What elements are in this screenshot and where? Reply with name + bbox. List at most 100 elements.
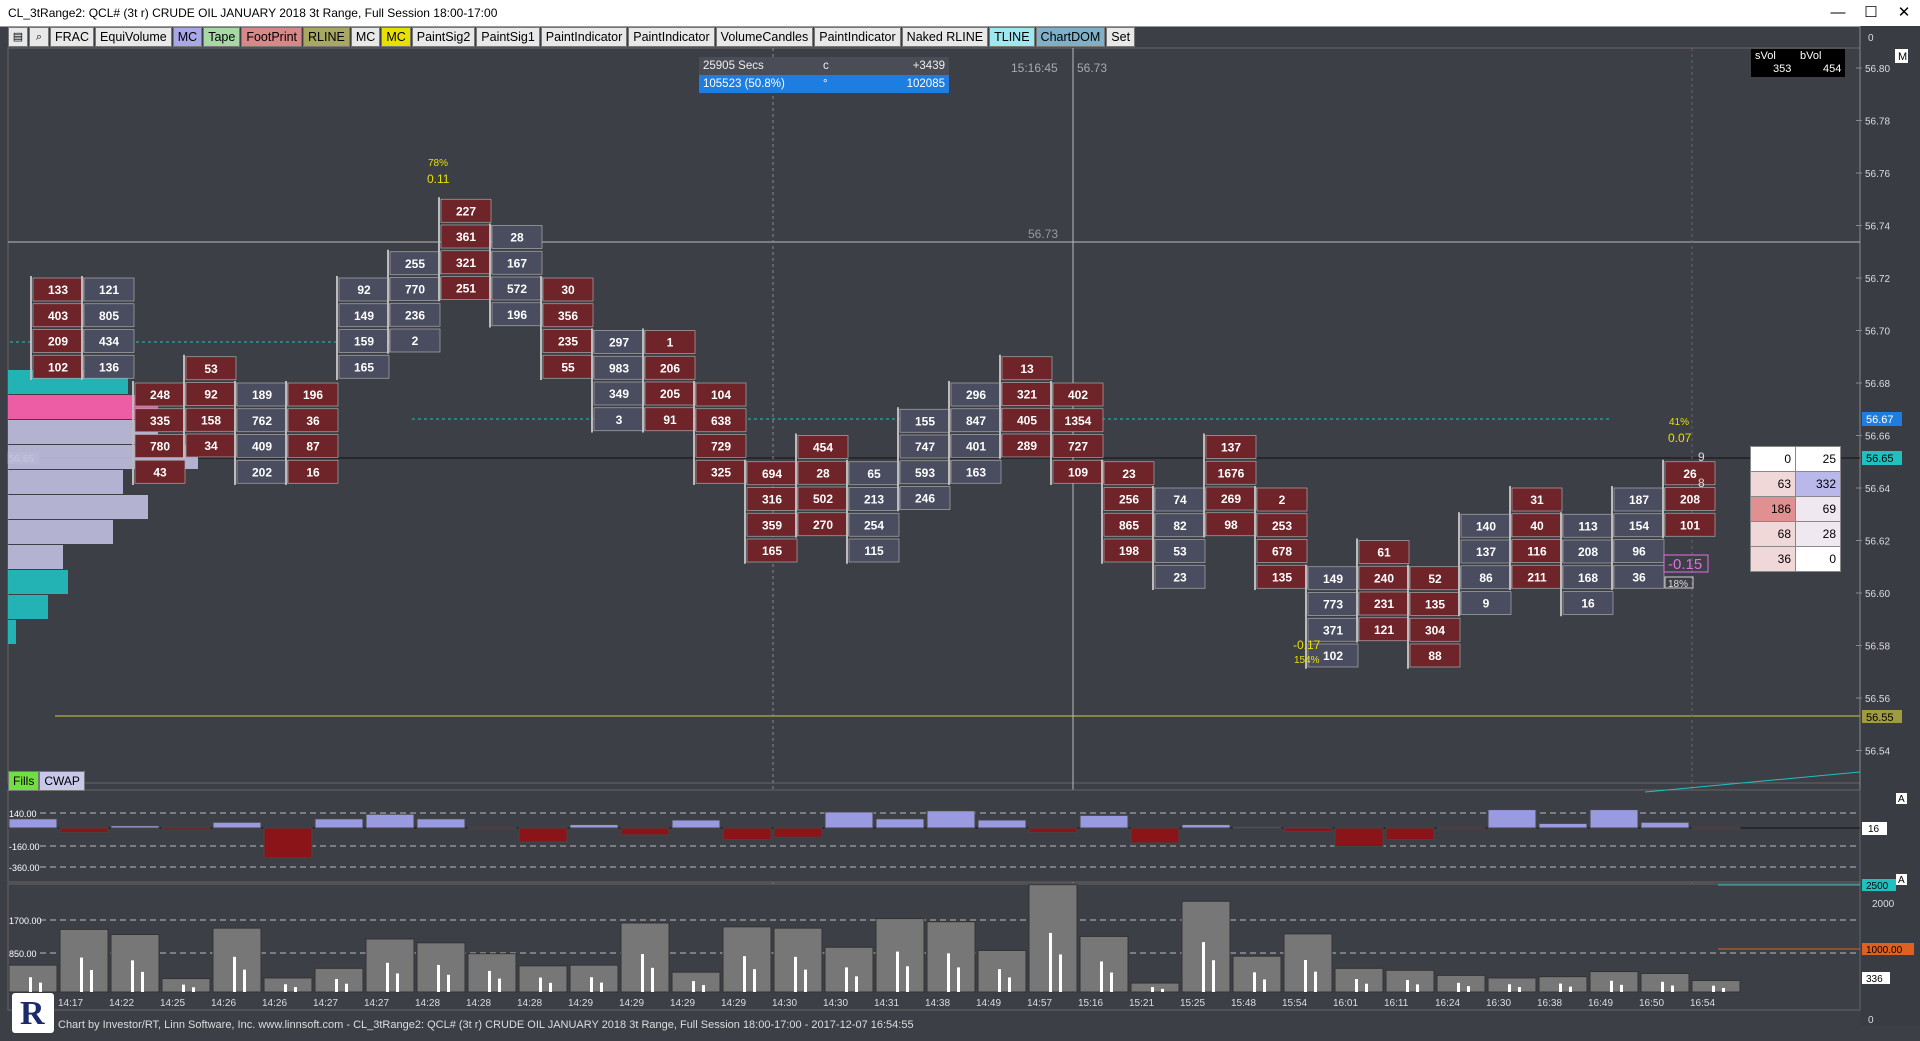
volume-buy-line	[1355, 978, 1358, 992]
volume-profile-bar	[8, 595, 48, 619]
volume-buy-line	[692, 981, 695, 992]
volume-buy-line	[1712, 985, 1715, 992]
volume-sell-line	[1263, 979, 1266, 992]
volume-sell-line	[1110, 972, 1113, 992]
delta-box: -0.15	[1668, 556, 1702, 573]
footprint-value: 297	[609, 336, 629, 350]
price-axis-label: 56.60	[1865, 589, 1890, 600]
footprint-value: 694	[762, 467, 782, 481]
delta-bar	[1334, 827, 1384, 847]
volume-sell-line	[1212, 960, 1215, 992]
crosshair-time: 15:16:45	[1011, 61, 1058, 75]
volume-profile-bar	[8, 570, 68, 594]
footprint-value: 335	[150, 414, 170, 428]
delta-bar	[1232, 826, 1282, 829]
footprint-value: 23	[1122, 467, 1136, 481]
time-axis-label: 15:25	[1180, 998, 1205, 1009]
footprint-value: 209	[48, 335, 68, 349]
volume-buy-line	[743, 956, 746, 992]
footprint-value: 213	[864, 493, 884, 507]
footprint-value: 231	[1374, 597, 1394, 611]
volume-buy-line	[131, 960, 134, 992]
footprint-value: 402	[1068, 388, 1088, 402]
footprint-value: 116	[1527, 545, 1547, 559]
footprint-value: 1676	[1218, 466, 1245, 480]
stats-box: 25905 Secs c +3439 105523 (50.8%) ° 1020…	[699, 57, 949, 93]
footprint-value: 296	[966, 388, 986, 402]
volume-buy-line	[335, 978, 338, 992]
footprint-value: 28	[816, 466, 830, 480]
bvol-value: 454	[1823, 63, 1842, 75]
price-axis-label: 56.64	[1865, 484, 1890, 495]
volume-bar	[1691, 980, 1741, 993]
footprint-value: 135	[1272, 570, 1292, 584]
delta-bar	[8, 818, 58, 829]
footprint-value: 847	[966, 414, 986, 428]
volume-buy-line	[1508, 984, 1511, 992]
indicator-buttons: Fills CWAP	[8, 771, 85, 791]
time-axis-label: 14:27	[364, 998, 389, 1009]
volume-sell-line	[1416, 984, 1419, 992]
footprint-value: 434	[99, 335, 119, 349]
price-axis-label: 56.56	[1865, 694, 1890, 705]
footprint-value: 149	[354, 309, 374, 323]
footprint-value: 158	[201, 413, 221, 427]
delta-bar	[671, 819, 721, 829]
dom-ask-cell: 332	[1795, 471, 1841, 497]
volume-sell-line	[855, 976, 858, 992]
volume-bar	[875, 918, 925, 993]
volume-bar	[620, 922, 670, 993]
volume-a-button[interactable]: A	[1898, 875, 1905, 886]
footprint-value: 149	[1323, 572, 1343, 586]
svol-bvol-box: sVol bVol 353 454	[1751, 49, 1845, 77]
indicator-button-fills[interactable]: Fills	[8, 771, 40, 791]
volume-sell-line	[498, 978, 501, 992]
footprint-value: 1	[667, 336, 674, 350]
delta-a-button[interactable]: A	[1898, 794, 1905, 805]
volume-profile-bar	[8, 495, 148, 519]
volume-bar	[824, 946, 874, 993]
time-axis-label: 14:17	[58, 998, 83, 1009]
delta-low: -0.17	[1293, 638, 1321, 652]
volume-buy-line	[896, 951, 899, 992]
volume-buy-line	[947, 953, 950, 992]
stats-flag-2: °	[823, 78, 828, 90]
footprint-value: 133	[48, 283, 68, 297]
volume-bar	[1079, 935, 1129, 993]
volume-bar	[569, 964, 619, 993]
footprint-value: 240	[1374, 571, 1394, 585]
volume-sell-line	[1314, 971, 1317, 992]
footprint-value: 246	[915, 492, 935, 506]
footprint-value: 87	[306, 440, 320, 454]
volume-sell-line	[1008, 977, 1011, 992]
volume-bar	[59, 928, 109, 993]
volume-sell-line	[345, 983, 348, 992]
volume-bar	[977, 949, 1027, 993]
time-axis-label: 14:38	[925, 998, 950, 1009]
volume-buy-line	[845, 967, 848, 992]
time-axis-label: 16:01	[1333, 998, 1358, 1009]
blue-price-tag: 56.67	[1866, 414, 1894, 426]
footprint-value: 53	[1173, 545, 1187, 559]
volume-bar	[1487, 977, 1537, 993]
volume-buy-line	[1457, 982, 1460, 992]
delta-bar	[1385, 827, 1435, 840]
delta-bar	[1691, 827, 1741, 830]
indicator-button-cwap[interactable]: CWAP	[39, 771, 85, 791]
dom-row: 0 25	[1750, 446, 1841, 472]
stats-row-1: 25905 Secs c +3439	[699, 57, 949, 75]
volume-buy-line	[1406, 980, 1409, 992]
footprint-value: 165	[762, 544, 782, 558]
footprint-value: 572	[507, 282, 527, 296]
volume-bar	[1283, 933, 1333, 993]
volume-sell-line	[294, 987, 297, 992]
price-axis-label: 56.80	[1865, 64, 1890, 75]
chart-canvas[interactable]: 0 56.80 56.78 56.76 56.74 56.72 56.70 56.68 56.6…	[0, 0, 1920, 1041]
time-axis-label: 14:57	[1027, 998, 1052, 1009]
m-button[interactable]: M	[1898, 51, 1907, 63]
volume-bar	[1436, 974, 1486, 993]
volume-sell-line	[600, 982, 603, 992]
volume-bar	[773, 927, 823, 993]
dom-row: 68 28	[1750, 521, 1841, 547]
volume-sell-line	[957, 967, 960, 992]
